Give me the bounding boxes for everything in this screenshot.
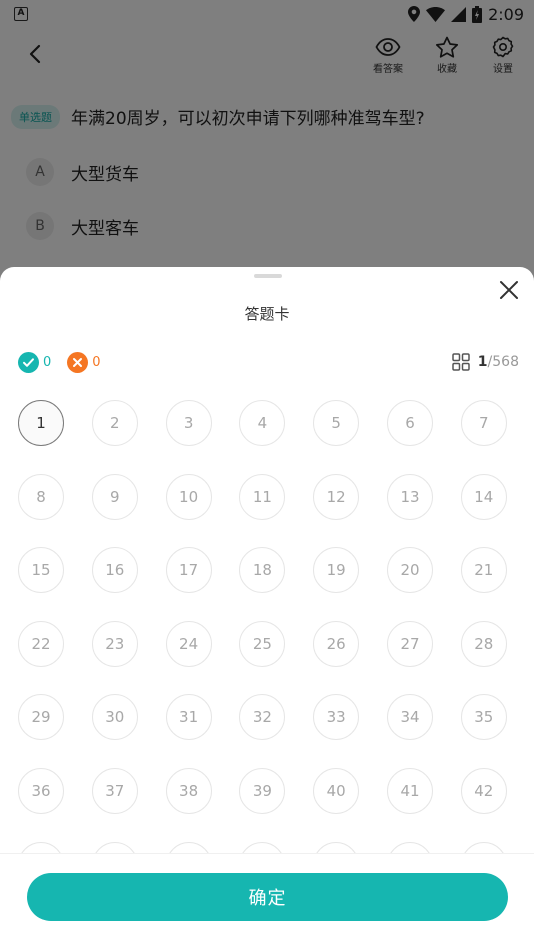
question-number-button[interactable]: 36 <box>18 768 64 814</box>
question-number-button[interactable]: 32 <box>239 694 286 741</box>
question-number-button[interactable]: 9 <box>91 473 138 520</box>
answer-card-sheet: 答题卡 0 0 1 / 568 1 2 3 4 5 6 7 8 9 10 11 12 13 14 15 16 1… <box>0 267 534 950</box>
question-number-button[interactable]: 24 <box>165 620 212 667</box>
question-number-grid: 1 2 3 4 5 6 7 8 9 10 11 12 13 14 15 16 17 18 19 20 21 22 23 24 2… <box>0 267 534 950</box>
question-number-button[interactable]: 28 <box>460 620 507 667</box>
question-number-button[interactable]: 1 <box>18 400 64 446</box>
question-number-button[interactable]: 40 <box>313 768 360 814</box>
question-number-button[interactable]: 8 <box>18 473 64 520</box>
question-number-button[interactable]: 12 <box>313 473 360 520</box>
question-number-button[interactable]: 27 <box>387 620 433 667</box>
question-number-button[interactable]: 29 <box>18 694 64 741</box>
question-number-button[interactable]: 11 <box>239 473 286 520</box>
question-number-button[interactable]: 41 <box>387 768 433 814</box>
question-number-button[interactable]: 30 <box>91 694 138 741</box>
question-number-button[interactable]: 42 <box>460 768 507 814</box>
question-number-button[interactable]: 16 <box>91 547 138 594</box>
question-number-button[interactable]: 13 <box>387 473 433 520</box>
question-number-button[interactable]: 14 <box>460 473 507 520</box>
question-number-button[interactable]: 26 <box>313 620 360 667</box>
question-number-button[interactable]: 10 <box>165 473 212 520</box>
question-number-button[interactable]: 7 <box>460 400 507 446</box>
question-number-button[interactable]: 23 <box>91 620 138 667</box>
question-number-button[interactable]: 5 <box>313 400 360 446</box>
question-number-button[interactable]: 21 <box>460 547 507 594</box>
question-number-button[interactable]: 22 <box>18 620 64 667</box>
question-number-button[interactable]: 31 <box>165 694 212 741</box>
question-number-button[interactable]: 17 <box>165 547 212 594</box>
question-number-button[interactable]: 15 <box>18 547 64 594</box>
question-number-button[interactable]: 39 <box>239 768 286 814</box>
question-number-button[interactable]: 6 <box>387 400 433 446</box>
sheet-footer: 确定 <box>0 853 534 950</box>
question-number-button[interactable]: 34 <box>387 694 433 741</box>
question-number-button[interactable]: 35 <box>460 694 507 741</box>
question-number-button[interactable]: 3 <box>165 400 212 446</box>
question-number-button[interactable]: 25 <box>239 620 286 667</box>
question-number-button[interactable]: 37 <box>91 768 138 814</box>
question-number-button[interactable]: 33 <box>313 694 360 741</box>
question-number-button[interactable]: 20 <box>387 547 433 594</box>
question-number-button[interactable]: 2 <box>91 400 138 446</box>
confirm-button[interactable]: 确定 <box>27 873 508 921</box>
question-number-button[interactable]: 4 <box>239 400 286 446</box>
question-number-button[interactable]: 38 <box>165 768 212 814</box>
question-number-button[interactable]: 18 <box>239 547 286 594</box>
question-number-button[interactable]: 19 <box>313 547 360 594</box>
